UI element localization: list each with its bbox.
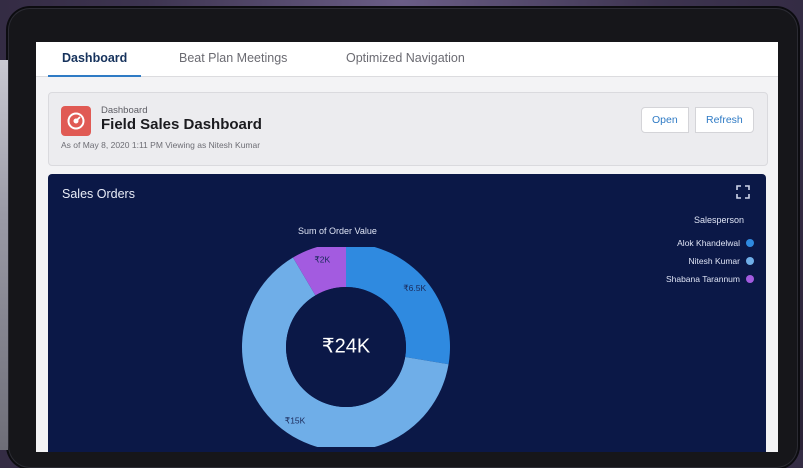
tab-bar: Dashboard Beat Plan Meetings Optimized N…: [36, 42, 778, 77]
dashboard-header: Dashboard Field Sales Dashboard As of Ma…: [48, 92, 768, 166]
legend-item[interactable]: Alok Khandelwal: [677, 237, 754, 249]
legend-swatch: [746, 239, 754, 247]
dashboard-subtitle: As of May 8, 2020 1:11 PM Viewing as Nit…: [61, 140, 261, 150]
breadcrumb[interactable]: Dashboard: [101, 105, 147, 116]
legend-title: Salesperson: [693, 215, 744, 225]
legend-item[interactable]: Shabana Tarannum: [666, 273, 754, 285]
dashboard-icon: [61, 106, 91, 136]
tab-beat-plan-meetings[interactable]: Beat Plan Meetings: [179, 42, 287, 76]
tab-dashboard[interactable]: Dashboard: [47, 42, 142, 77]
donut-slice-label: ₹2K: [314, 254, 330, 264]
page-title: Field Sales Dashboard: [101, 116, 262, 133]
legend-item-label: Nitesh Kumar: [688, 256, 741, 266]
sales-orders-panel: Sales Orders Sum of Order Value Salesper…: [48, 174, 766, 452]
legend-swatch: [746, 275, 754, 283]
refresh-button[interactable]: Refresh: [695, 107, 754, 133]
legend-item[interactable]: Nitesh Kumar: [688, 255, 754, 267]
tab-optimized-navigation[interactable]: Optimized Navigation: [346, 42, 465, 76]
background-window-edge: [0, 60, 8, 450]
app-screen: Dashboard Beat Plan Meetings Optimized N…: [36, 42, 778, 452]
legend-item-label: Alok Khandelwal: [677, 238, 740, 248]
legend-item-label: Shabana Tarannum: [665, 274, 740, 284]
donut-slice-label: ₹15K: [285, 415, 306, 425]
chart-title: Sum of Order Value: [298, 226, 377, 236]
panel-title: Sales Orders: [62, 187, 135, 201]
donut-chart: ₹6.5K ₹15K ₹2K ₹24K: [242, 247, 450, 447]
open-button[interactable]: Open: [641, 107, 689, 133]
donut-center-total: ₹24K: [322, 335, 371, 357]
legend-swatch: [746, 257, 754, 265]
expand-icon[interactable]: [736, 185, 750, 199]
donut-slice-label: ₹6.5K: [403, 283, 426, 293]
